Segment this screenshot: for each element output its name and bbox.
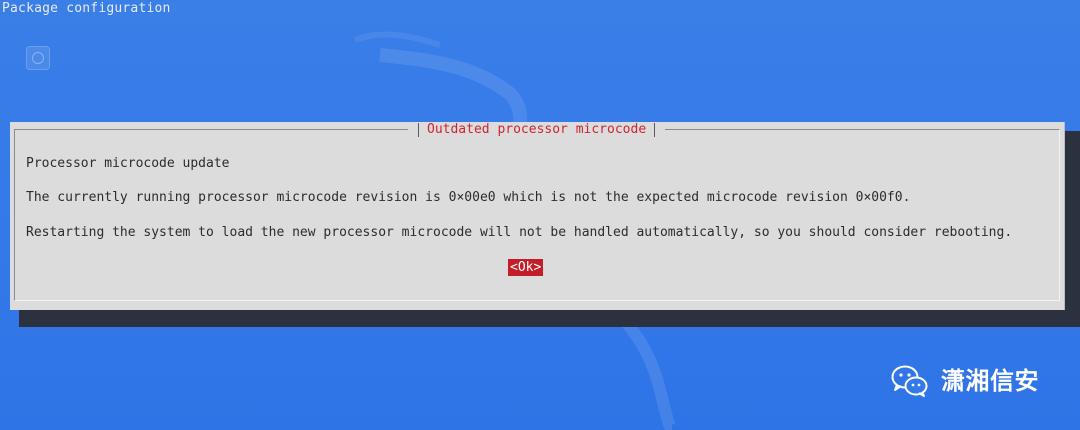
dialog-message-revision: The currently running processor microcod…: [26, 190, 911, 205]
title-right-bracket: [654, 123, 656, 137]
terminal-header-title: Package configuration: [2, 1, 171, 16]
wechat-watermark: 潇湘信安: [891, 364, 1039, 398]
watermark-text: 潇湘信安: [941, 367, 1039, 395]
dialog-message-reboot: Restarting the system to load the new pr…: [26, 225, 1013, 240]
title-left-bracket: [418, 123, 419, 137]
dialog-heading: Processor microcode update: [26, 156, 230, 171]
dialog-title: Outdated processor microcode: [427, 122, 647, 137]
ok-button[interactable]: <Ok>: [508, 259, 544, 276]
dialog-shadow-right: [1064, 131, 1080, 327]
dialog-title-bar: Outdated processor microcode: [408, 122, 666, 138]
dialog-shadow-bottom: [19, 309, 1080, 327]
desktop-icon: [26, 46, 50, 70]
microcode-dialog: Outdated processor microcode Processor m…: [10, 122, 1065, 310]
wechat-icon: [891, 364, 929, 398]
